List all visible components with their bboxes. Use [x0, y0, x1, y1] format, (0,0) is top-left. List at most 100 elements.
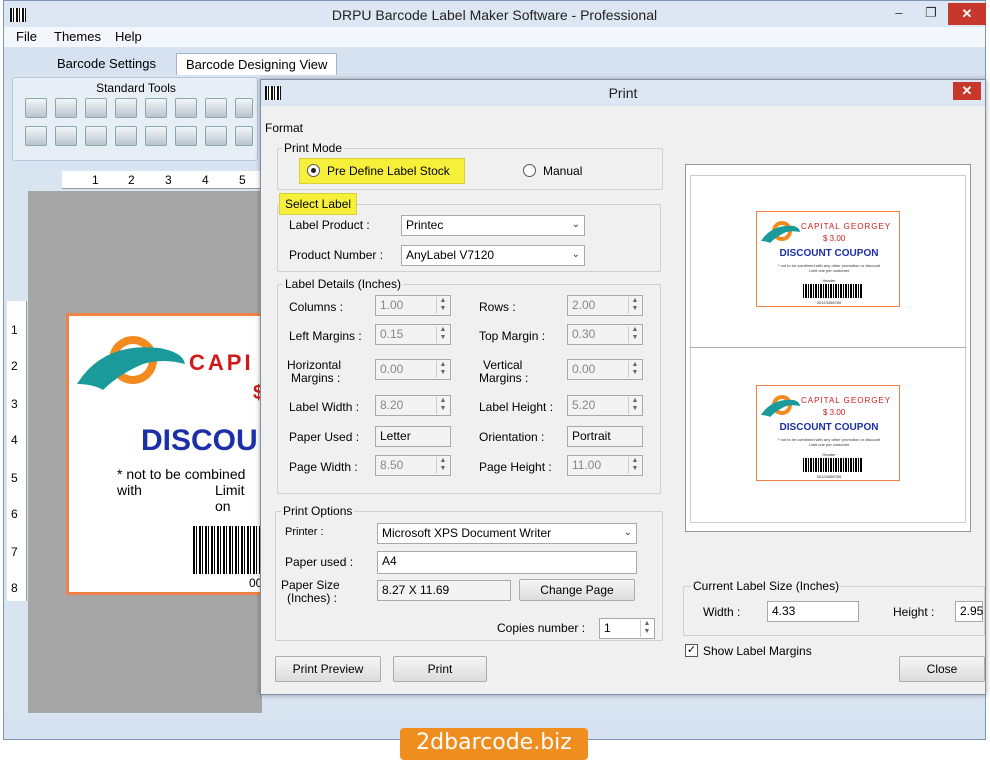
horizontal-margins-label-1: Horizontal — [287, 358, 342, 372]
spin-arrows-icon[interactable]: ▲ ▼ — [628, 361, 641, 378]
title-bar: DRPU Barcode Label Maker Software - Prof… — [4, 1, 986, 29]
paper-size-field: 8.27 X 11.69 — [377, 580, 511, 601]
top-margin-field[interactable]: 0.30 ▲ ▼ — [567, 324, 643, 345]
horizontal-margins-label-2: Margins : — [291, 371, 341, 385]
group-icon[interactable] — [25, 126, 47, 146]
dialog-close-icon[interactable]: ✕ — [953, 82, 981, 100]
pre-define-label[interactable]: Pre Define Label Stock — [327, 164, 450, 178]
export-icon[interactable] — [205, 126, 227, 146]
left-margins-field[interactable]: 0.15 ▲ ▼ — [375, 324, 451, 345]
print-dialog-title: Print — [608, 85, 638, 101]
delete-icon[interactable] — [235, 98, 253, 118]
current-width-field[interactable]: 4.33 — [767, 601, 859, 622]
label-design[interactable]: CAPI $ DISCOU * not to be combined with … — [66, 313, 266, 595]
print-dialog-title-bar: Print ✕ — [261, 80, 985, 106]
ruler-mark: 6 — [11, 507, 18, 521]
menu-bar: File Themes Help — [4, 27, 985, 47]
spin-arrows-icon[interactable]: ▲ ▼ — [436, 397, 449, 414]
label-height-field[interactable]: 5.20 ▲ ▼ — [567, 395, 643, 416]
format-label: Format — [265, 121, 304, 135]
top-margin-label: Top Margin : — [479, 329, 546, 343]
brand-badge: 2dbarcode.biz — [400, 728, 588, 760]
product-number-select[interactable]: AnyLabel V7120 ⌄ — [401, 245, 585, 266]
copy-icon[interactable] — [145, 98, 167, 118]
show-margins-checkbox[interactable]: ✓ — [685, 644, 698, 657]
paper-used-field[interactable]: Letter — [375, 426, 451, 447]
label-height-label: Label Height : — [479, 400, 554, 414]
spin-arrows-icon[interactable]: ▲ ▼ — [628, 457, 641, 474]
close-button[interactable]: Close — [899, 656, 985, 682]
cut-icon[interactable] — [205, 98, 227, 118]
menu-help[interactable]: Help — [115, 29, 142, 44]
columns-label: Columns : — [289, 300, 344, 314]
current-height-label: Height : — [893, 605, 935, 619]
ruler-left: 1 2 3 4 5 6 7 8 — [7, 301, 27, 601]
pre-define-radio[interactable] — [307, 164, 320, 177]
tab-barcode-settings[interactable]: Barcode Settings — [48, 53, 165, 75]
preview-label-2: CAPITAL GEORGEY $ 3.00 DISCOUNT COUPON *… — [756, 385, 900, 481]
paper-used-options-label: Paper used : — [285, 555, 354, 569]
orientation-field[interactable]: Portrait — [567, 426, 643, 447]
save-as-icon[interactable] — [115, 98, 137, 118]
spin-arrows-icon[interactable]: ▲ ▼ — [628, 397, 641, 414]
spin-arrows-icon[interactable]: ▲ ▼ — [436, 457, 449, 474]
restore-icon[interactable]: ❐ — [916, 4, 946, 24]
label-barcode — [193, 526, 263, 574]
open-icon[interactable] — [55, 98, 77, 118]
ungroup-icon[interactable] — [55, 126, 77, 146]
spin-arrows-icon[interactable]: ▲ ▼ — [628, 326, 641, 343]
product-number-value: AnyLabel V7120 — [406, 248, 495, 262]
preview-barcode-digits: 00123456789 — [816, 474, 842, 479]
spin-arrows-icon[interactable]: ▲ ▼ — [640, 620, 653, 637]
preview-heading-text: DISCOUNT COUPON — [779, 248, 879, 259]
spin-arrows-icon[interactable]: ▲ ▼ — [628, 297, 641, 314]
show-margins-label[interactable]: Show Label Margins — [703, 644, 812, 658]
database-icon[interactable] — [175, 126, 197, 146]
spin-arrows-icon[interactable]: ▲ ▼ — [436, 297, 449, 314]
manual-label[interactable]: Manual — [543, 164, 582, 178]
grid-icon[interactable] — [145, 126, 167, 146]
menu-themes[interactable]: Themes — [54, 29, 101, 44]
paper-used-input[interactable]: A4 — [377, 551, 637, 574]
new-icon[interactable] — [25, 98, 47, 118]
preview-barcode-digits: 00123456789 — [816, 300, 842, 305]
ruler-mark: 1 — [11, 323, 18, 337]
horizontal-margins-field[interactable]: 0.00 ▲ ▼ — [375, 359, 451, 380]
columns-field[interactable]: 1.00 ▲ ▼ — [375, 295, 451, 316]
page-width-field[interactable]: 8.50 ▲ ▼ — [375, 455, 451, 476]
current-height-field[interactable]: 2.95 — [955, 601, 983, 622]
paste-icon[interactable] — [175, 98, 197, 118]
change-page-button[interactable]: Change Page — [519, 579, 635, 601]
lock-icon[interactable] — [85, 126, 107, 146]
spin-arrows-icon[interactable]: ▲ ▼ — [436, 326, 449, 343]
label-company-text: CAPI — [189, 350, 254, 375]
page-height-field[interactable]: 11.00 ▲ ▼ — [567, 455, 643, 476]
manual-radio[interactable] — [523, 164, 536, 177]
page-height-value: 11.00 — [572, 458, 602, 472]
rows-field[interactable]: 2.00 ▲ ▼ — [567, 295, 643, 316]
dolphin-logo-icon — [761, 395, 800, 417]
preview-label-1: CAPITAL GEORGEY $ 3.00 DISCOUNT COUPON *… — [756, 211, 900, 307]
left-margins-label: Left Margins : — [289, 329, 362, 343]
preview-heading-text: DISCOUNT COUPON — [779, 422, 879, 433]
tab-barcode-designing-view[interactable]: Barcode Designing View — [176, 53, 338, 75]
preview-company-text: CAPITAL GEORGEY — [801, 222, 892, 231]
menu-file[interactable]: File — [16, 29, 37, 44]
copies-number-field[interactable]: 1 ▲ ▼ — [599, 618, 655, 639]
label-details-title: Label Details (Inches) — [283, 277, 404, 291]
window-close-button[interactable]: ✕ — [948, 3, 986, 25]
print-preview-button[interactable]: Print Preview — [275, 656, 381, 682]
window-title: DRPU Barcode Label Maker Software - Prof… — [331, 7, 658, 23]
minimize-icon[interactable]: – — [884, 4, 914, 24]
paper-used-label: Paper Used : — [289, 430, 360, 444]
label-width-field[interactable]: 8.20 ▲ ▼ — [375, 395, 451, 416]
label-product-select[interactable]: Printec ⌄ — [401, 215, 585, 236]
vertical-margins-field[interactable]: 0.00 ▲ ▼ — [567, 359, 643, 380]
print-icon[interactable] — [235, 126, 253, 146]
printer-select[interactable]: Microsoft XPS Document Writer ⌄ — [377, 523, 637, 544]
unlock-icon[interactable] — [115, 126, 137, 146]
left-margins-value: 0.15 — [380, 327, 404, 341]
spin-arrows-icon[interactable]: ▲ ▼ — [436, 361, 449, 378]
print-button[interactable]: Print — [393, 656, 487, 682]
save-icon[interactable] — [85, 98, 107, 118]
